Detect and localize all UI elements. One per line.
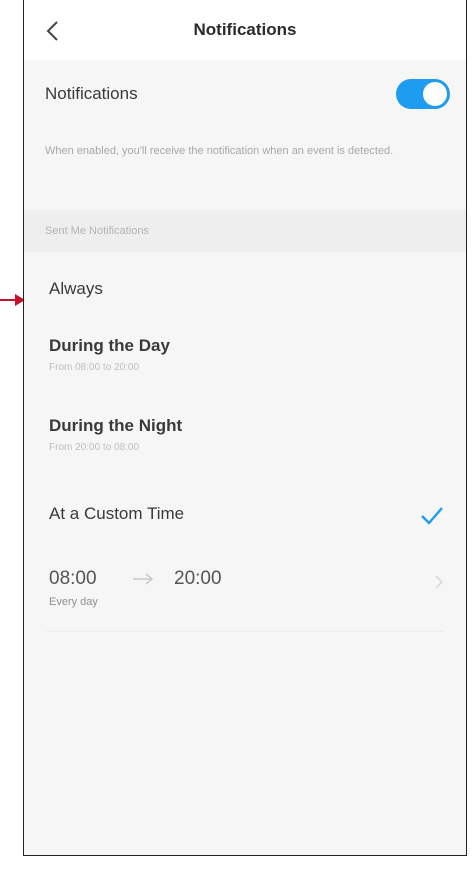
option-title: Always [49,279,103,298]
chevron-right-icon [435,575,444,589]
option-custom-time[interactable]: At a Custom Time [24,482,466,544]
arrow-right-icon [133,573,154,585]
notifications-toggle[interactable] [396,79,450,109]
option-always[interactable]: Always [24,252,466,322]
option-title: During the Night [49,416,183,435]
option-during-day[interactable]: During the Day From 08:00 to 20:00 [24,322,466,392]
divider [46,631,444,632]
section-header: Sent Me Notifications [24,210,466,252]
page: Notifications Notifications When enabled… [0,0,472,881]
option-title: At a Custom Time [49,504,185,523]
option-subtitle: From 20:00 to 08:00 [49,442,140,453]
option-during-night[interactable]: During the Night From 20:00 to 08:00 [24,402,466,472]
header: Notifications [24,0,466,60]
notifications-label: Notifications [45,84,138,103]
option-subtitle: From 08:00 to 20:00 [49,362,140,373]
notifications-row: Notifications [24,60,466,135]
end-time: 20:00 [174,568,222,589]
phone-screen: Notifications Notifications When enabled… [23,0,467,856]
section-title: Sent Me Notifications [45,225,149,237]
custom-time-range[interactable]: 08:00 20:00 Every day [24,550,466,620]
notifications-description: When enabled, you'll receive the notific… [45,145,394,157]
toggle-knob [423,82,447,106]
option-title: During the Day [49,336,170,355]
page-title: Notifications [193,20,297,39]
repeat-label: Every day [49,596,98,608]
content: Notifications When enabled, you'll recei… [24,60,466,855]
checkmark-icon [421,507,443,525]
start-time: 08:00 [49,568,97,589]
